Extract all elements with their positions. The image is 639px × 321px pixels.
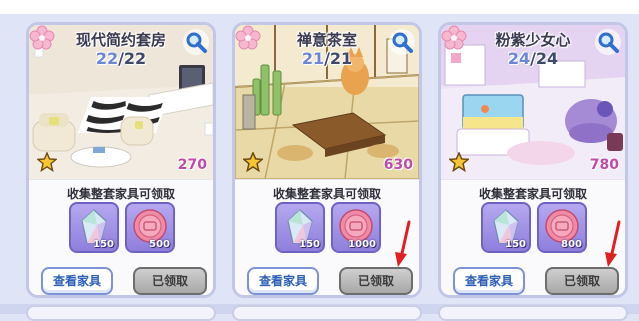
top-strip [0, 0, 639, 14]
reward-panel: 收集整套家具可领取 150 800 查看家具 已领取 [441, 179, 625, 295]
view-furniture-button[interactable]: 查看家具 [453, 267, 525, 295]
flower-icon [441, 25, 467, 50]
total-count: 24 [535, 49, 559, 68]
view-furniture-button[interactable]: 查看家具 [41, 267, 113, 295]
collected-count: 22 [95, 49, 119, 68]
claimed-button[interactable]: 已领取 [133, 267, 207, 295]
total-count: 21 [329, 49, 353, 68]
reward-qty: 1000 [348, 239, 376, 250]
collected-count: 21 [301, 49, 325, 68]
room-preview[interactable]: 禅意茶室 21/21 630 [235, 25, 419, 179]
collect-reward-text: 收集整套家具可领取 [478, 187, 587, 201]
room-preview[interactable]: 粉紫少女心 24/24 780 [441, 25, 625, 179]
next-row-card-edge [232, 305, 422, 321]
flower-icon [235, 25, 261, 50]
collect-reward-text: 收集整套家具可领取 [66, 187, 175, 201]
score-value: 780 [589, 157, 619, 173]
total-count: 22 [123, 49, 147, 68]
flower-icon [29, 25, 55, 50]
score-value: 630 [383, 157, 413, 173]
next-row-card-edge [26, 305, 216, 321]
reward-items: 150 500 [69, 202, 175, 253]
reward-qty: 500 [149, 239, 170, 250]
magnify-icon[interactable] [389, 29, 415, 55]
reward-panel: 收集整套家具可领取 150 500 查看家具 已领取 [29, 179, 213, 295]
reward-items: 150 800 [481, 202, 587, 253]
reward-panel: 收集整套家具可领取 150 1000 查看家具 已领取 [235, 179, 419, 295]
view-furniture-button[interactable]: 查看家具 [247, 267, 319, 295]
reward-qty: 150 [505, 239, 526, 250]
reward-qty: 800 [561, 239, 582, 250]
reward-item-coin[interactable]: 800 [537, 202, 587, 253]
reward-item-coin[interactable]: 500 [125, 202, 175, 253]
collect-reward-text: 收集整套家具可领取 [272, 187, 381, 201]
room-preview[interactable]: 现代简约套房 22/22 270 [29, 25, 213, 179]
reward-qty: 150 [299, 239, 320, 250]
magnify-icon[interactable] [183, 29, 209, 55]
room-card-modern-suite[interactable]: 现代简约套房 22/22 270 收集整套家具可领取 150 500 查看家具 [26, 22, 216, 298]
room-card-pink-purple[interactable]: 粉紫少女心 24/24 780 收集整套家具可领取 150 800 查看家具 已… [438, 22, 628, 298]
score-value: 270 [177, 157, 207, 173]
collected-count: 24 [507, 49, 531, 68]
red-arrow-annotation [605, 220, 621, 267]
next-row-card-edge [438, 305, 628, 321]
reward-items: 150 1000 [275, 202, 381, 253]
reward-qty: 150 [93, 239, 114, 250]
reward-item-crystal[interactable]: 150 [481, 202, 531, 253]
reward-item-crystal[interactable]: 150 [275, 202, 325, 253]
claimed-button[interactable]: 已领取 [339, 267, 413, 295]
magnify-icon[interactable] [595, 29, 621, 55]
room-card-zen-tea-room[interactable]: 禅意茶室 21/21 630 收集整套家具可领取 150 1000 查看家具 已… [232, 22, 422, 298]
reward-item-crystal[interactable]: 150 [69, 202, 119, 253]
reward-item-coin[interactable]: 1000 [331, 202, 381, 253]
claimed-button[interactable]: 已领取 [545, 267, 619, 295]
red-arrow-annotation [395, 220, 411, 267]
